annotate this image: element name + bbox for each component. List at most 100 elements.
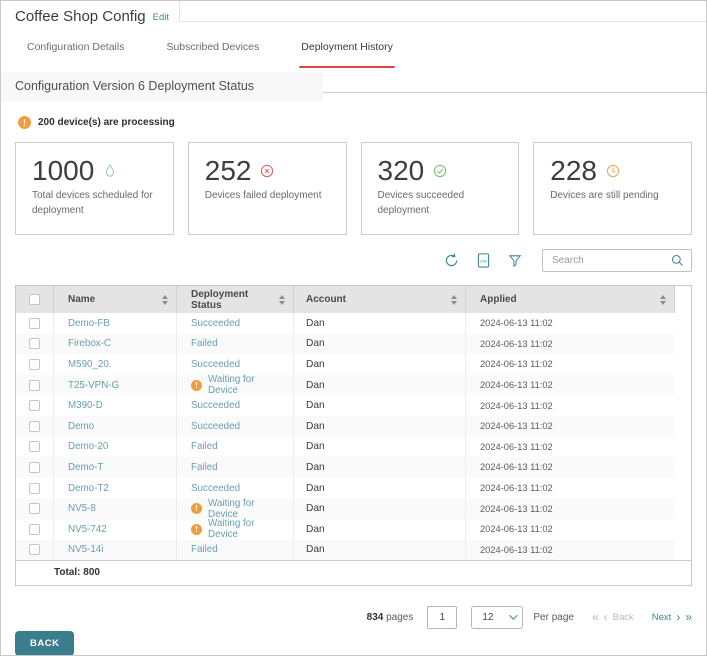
applied-timestamp: 2024-06-13 11:02 — [480, 421, 553, 431]
device-name-link[interactable]: NV5-742 — [68, 524, 107, 535]
deployment-status-link[interactable]: ! Waiting for Device — [191, 498, 285, 520]
device-name-link[interactable]: Demo-T2 — [68, 483, 109, 494]
device-name-link[interactable]: NV5-14i — [68, 544, 103, 555]
device-name-link[interactable]: M390-D — [68, 400, 103, 411]
row-checkbox[interactable] — [29, 441, 40, 452]
table-total: Total: 800 — [16, 560, 691, 585]
deployment-status-link[interactable]: ! Failed — [191, 544, 218, 555]
deployment-status-text: Succeeded — [191, 359, 240, 370]
device-name-link[interactable]: T25-VPN-G — [68, 380, 119, 391]
device-name-link[interactable]: Demo — [68, 421, 94, 432]
deployment-status-link[interactable]: ! Succeeded — [191, 483, 240, 494]
column-header-applied[interactable]: Applied — [466, 286, 675, 313]
deployment-status-text: Succeeded — [191, 400, 240, 411]
failed-circle-icon — [259, 163, 275, 179]
next-page-link[interactable]: Next — [652, 612, 672, 623]
export-csv-icon[interactable]: csv — [475, 252, 492, 269]
row-checkbox[interactable] — [29, 421, 40, 432]
applied-timestamp: 2024-06-13 11:02 — [480, 401, 553, 411]
tab-deployment-history[interactable]: Deployment History — [301, 41, 393, 61]
table-row: NV5-742 ! Waiting for Device Dan 2024-06… — [16, 519, 691, 540]
device-name-link[interactable]: Demo-20 — [68, 441, 108, 452]
column-header-status[interactable]: Deployment Status — [177, 286, 294, 313]
row-checkbox[interactable] — [29, 503, 40, 514]
status-warning-icon: ! — [191, 503, 202, 514]
deployment-status-link[interactable]: ! Failed — [191, 462, 218, 473]
deployment-status-link[interactable]: ! Succeeded — [191, 359, 240, 370]
row-checkbox[interactable] — [29, 400, 40, 411]
device-name-link[interactable]: M590_20. — [68, 359, 112, 370]
current-page-input[interactable] — [427, 606, 457, 629]
last-page-icon[interactable]: » — [685, 610, 692, 624]
edit-link[interactable]: Edit — [153, 9, 169, 23]
deployment-status-text: Succeeded — [191, 318, 240, 329]
deployment-status-link[interactable]: ! Waiting for Device — [191, 518, 285, 540]
applied-timestamp: 2024-06-13 11:02 — [480, 339, 553, 349]
column-header-name[interactable]: Name — [54, 286, 177, 313]
deployment-status-link[interactable]: ! Succeeded — [191, 318, 240, 329]
device-name-link[interactable]: NV5-8 — [68, 503, 96, 514]
row-checkbox[interactable] — [29, 380, 40, 391]
search-icon[interactable] — [670, 253, 685, 268]
section-heading: Configuration Version 6 Deployment Statu… — [1, 72, 323, 102]
row-checkbox[interactable] — [29, 359, 40, 370]
per-page-dropdown[interactable]: 12 — [471, 606, 523, 629]
deployment-status-text: Failed — [191, 462, 218, 473]
account-value: Dan — [306, 338, 325, 349]
deployment-status-text: Waiting for Device — [208, 374, 285, 396]
device-name-link[interactable]: Demo-T — [68, 462, 103, 473]
stat-card-total: 1000 Total devices scheduled for deploym… — [15, 142, 174, 235]
deployment-table: Name Deployment Status Account Applied — [15, 285, 692, 586]
row-checkbox[interactable] — [29, 524, 40, 535]
table-row: Firebox-C ! Failed Dan 2024-06-13 11:02 — [16, 334, 691, 355]
pending-clock-icon — [605, 163, 621, 179]
column-label-name: Name — [68, 294, 95, 305]
account-value: Dan — [306, 524, 325, 535]
back-button[interactable]: BACK — [15, 631, 74, 656]
sort-icon[interactable] — [447, 295, 457, 305]
tab-bar: Configuration Details Subscribed Devices… — [1, 31, 706, 61]
deployment-status-text: Waiting for Device — [208, 498, 285, 520]
row-checkbox[interactable] — [29, 462, 40, 473]
deployment-status-text: Failed — [191, 338, 218, 349]
deployment-status-text: Failed — [191, 544, 218, 555]
warning-icon: ! — [18, 116, 31, 129]
filter-icon[interactable] — [507, 253, 523, 269]
failed-devices-label: Devices failed deployment — [205, 188, 332, 204]
pending-devices-label: Devices are still pending — [550, 188, 677, 204]
success-circle-icon — [432, 163, 448, 179]
row-checkbox[interactable] — [29, 318, 40, 329]
row-checkbox[interactable] — [29, 338, 40, 349]
table-row: M590_20. ! Succeeded Dan 2024-06-13 11:0… — [16, 354, 691, 375]
applied-timestamp: 2024-06-13 11:02 — [480, 545, 553, 555]
device-name-link[interactable]: Firebox-C — [68, 338, 111, 349]
sort-icon[interactable] — [158, 295, 168, 305]
table-row: M390-D ! Succeeded Dan 2024-06-13 11:02 — [16, 395, 691, 416]
sort-icon[interactable] — [275, 295, 285, 305]
deployment-status-text: Waiting for Device — [208, 518, 285, 540]
table-toolbar: csv — [1, 248, 692, 273]
sort-icon[interactable] — [656, 295, 666, 305]
prev-page-icon[interactable]: ‹ — [604, 610, 608, 624]
deployment-status-link[interactable]: ! Waiting for Device — [191, 374, 285, 396]
select-all-checkbox[interactable] — [29, 294, 40, 305]
row-checkbox[interactable] — [29, 544, 40, 555]
table-row: Demo-T ! Failed Dan 2024-06-13 11:02 — [16, 457, 691, 478]
chevron-down-icon — [510, 611, 518, 619]
section-divider — [323, 72, 706, 93]
back-page-link[interactable]: Back — [613, 612, 634, 623]
first-page-icon[interactable]: « — [592, 610, 599, 624]
deployment-status-link[interactable]: ! Succeeded — [191, 421, 240, 432]
table-row: Demo-FB ! Succeeded Dan 2024-06-13 11:02 — [16, 313, 691, 334]
row-checkbox[interactable] — [29, 483, 40, 494]
per-page-value: 12 — [482, 612, 493, 623]
refresh-icon[interactable] — [443, 252, 460, 269]
deployment-status-link[interactable]: ! Failed — [191, 338, 218, 349]
column-header-account[interactable]: Account — [294, 286, 466, 313]
tab-configuration-details[interactable]: Configuration Details — [27, 41, 124, 61]
deployment-status-link[interactable]: ! Succeeded — [191, 400, 240, 411]
tab-subscribed-devices[interactable]: Subscribed Devices — [166, 41, 259, 61]
deployment-status-link[interactable]: ! Failed — [191, 441, 218, 452]
device-name-link[interactable]: Demo-FB — [68, 318, 110, 329]
next-page-icon[interactable]: › — [676, 610, 680, 624]
